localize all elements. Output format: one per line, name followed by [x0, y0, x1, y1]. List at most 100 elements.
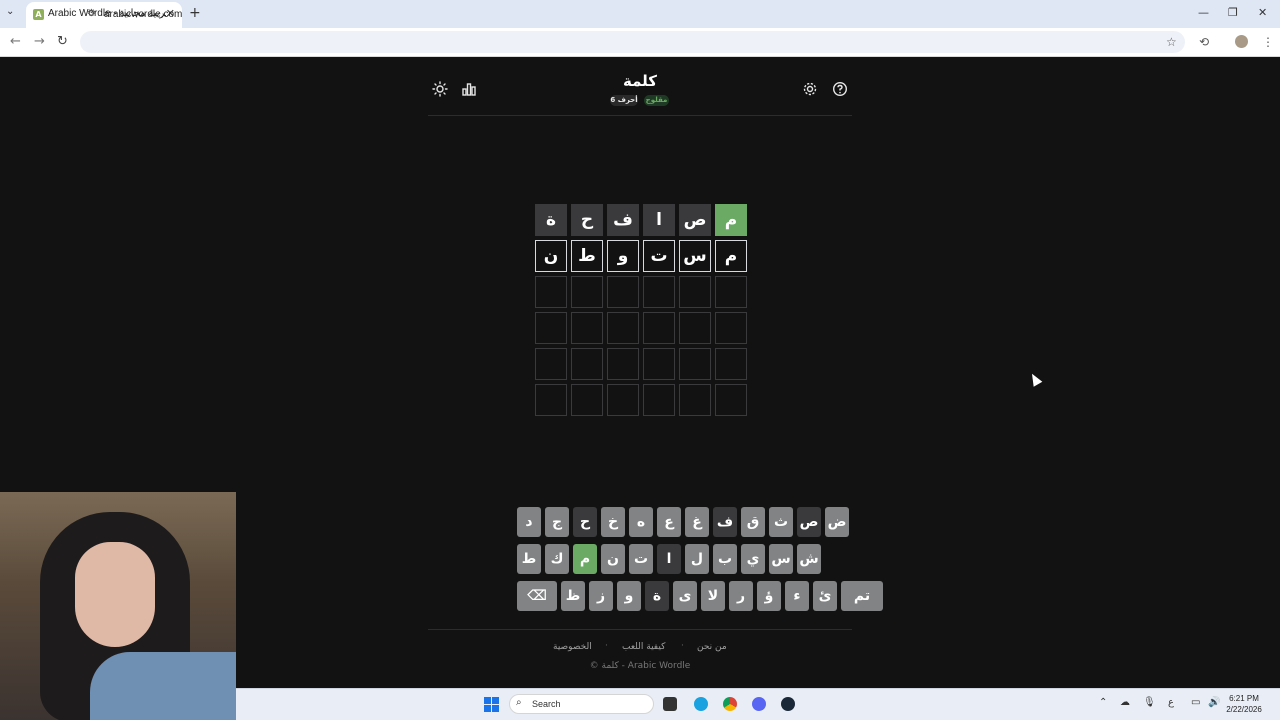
tray-cloud-icon[interactable]: ☁: [1120, 697, 1130, 708]
discord-icon[interactable]: [752, 697, 766, 711]
keyboard-key[interactable]: ح: [573, 507, 597, 537]
settings-gear-icon[interactable]: [802, 81, 818, 97]
keyboard-key[interactable]: ر: [729, 581, 753, 611]
keyboard-key[interactable]: د: [517, 507, 541, 537]
keyboard-key[interactable]: ض: [825, 507, 849, 537]
board-cell: ح: [571, 204, 603, 236]
board-cell: ط: [571, 240, 603, 272]
tray-volume-icon[interactable]: 🔊: [1208, 697, 1220, 708]
new-tab-button[interactable]: +: [189, 5, 201, 21]
url-field[interactable]: [80, 31, 1185, 53]
keyboard-row-3: تم ئ ء ؤ ر لا ى ة و ز ظ ⌫: [517, 581, 883, 611]
about-link[interactable]: من نحن: [697, 642, 727, 652]
steam-icon[interactable]: [781, 697, 795, 711]
keyboard-key[interactable]: ؤ: [757, 581, 781, 611]
board-cell: م: [715, 240, 747, 272]
board-cell: [679, 384, 711, 416]
reload-icon[interactable]: ↻: [57, 34, 68, 49]
board-cell: [715, 312, 747, 344]
keyboard-key[interactable]: ك: [545, 544, 569, 574]
board-cell: [643, 312, 675, 344]
keyboard-key[interactable]: ج: [545, 507, 569, 537]
keyboard-key[interactable]: ث: [769, 507, 793, 537]
site-info-icon[interactable]: ⚙: [87, 8, 96, 19]
tray-keyboard-lang-icon[interactable]: ع: [1168, 697, 1174, 708]
windows-start-icon[interactable]: [484, 697, 499, 712]
taskbar-clock[interactable]: 6:21 PM 2/22/2026: [1224, 693, 1264, 715]
board-cell: س: [679, 240, 711, 272]
keyboard-key[interactable]: ة: [645, 581, 669, 611]
minimize-button[interactable]: —: [1198, 6, 1209, 19]
board-cell: [535, 312, 567, 344]
tray-microphone-icon[interactable]: 🎙: [1143, 697, 1156, 708]
tray-network-icon[interactable]: ▭: [1191, 697, 1200, 708]
keyboard-key[interactable]: لا: [701, 581, 725, 611]
profile-avatar[interactable]: [1235, 35, 1248, 48]
keyboard-key[interactable]: ه: [629, 507, 653, 537]
search-icon: ⌕: [516, 697, 522, 708]
close-window-button[interactable]: ✕: [1258, 6, 1267, 19]
keyboard-key[interactable]: ص: [797, 507, 821, 537]
keyboard-key[interactable]: ع: [657, 507, 681, 537]
keyboard-key[interactable]: خ: [601, 507, 625, 537]
webcam-person-face: [75, 542, 155, 647]
tray-chevron-up-icon[interactable]: ⌃: [1099, 697, 1107, 708]
history-icon[interactable]: ⟲: [1199, 35, 1209, 49]
board-cell: [643, 384, 675, 416]
keyboard-key[interactable]: ء: [785, 581, 809, 611]
board-cell: [643, 276, 675, 308]
restore-button[interactable]: ❐: [1228, 6, 1238, 19]
keyboard-key[interactable]: ش: [797, 544, 821, 574]
keyboard-key[interactable]: ي: [741, 544, 765, 574]
tab-list-chevron-icon[interactable]: ⌄: [6, 6, 14, 17]
theme-sun-icon[interactable]: [432, 81, 448, 97]
keyboard-key[interactable]: ط: [517, 544, 541, 574]
back-arrow-icon[interactable]: ←: [10, 34, 21, 49]
keyboard-key[interactable]: و: [617, 581, 641, 611]
backspace-key[interactable]: ⌫: [517, 581, 557, 611]
keyboard-key[interactable]: ئ: [813, 581, 837, 611]
keyboard-key[interactable]: ب: [713, 544, 737, 574]
header-divider: [428, 115, 852, 116]
task-view-icon[interactable]: [663, 697, 677, 711]
keyboard-key[interactable]: ت: [629, 544, 653, 574]
bookmark-star-icon[interactable]: ☆: [1166, 35, 1177, 49]
enter-key[interactable]: تم: [841, 581, 883, 611]
board-cell: ا: [643, 204, 675, 236]
board-cell: [715, 348, 747, 380]
how-to-play-link[interactable]: كيفية اللعب: [622, 642, 665, 652]
taskbar-search-box[interactable]: [509, 694, 654, 714]
keyboard-key[interactable]: س: [769, 544, 793, 574]
help-question-icon[interactable]: [832, 81, 848, 97]
browser-menu-icon[interactable]: ⋮: [1262, 35, 1274, 49]
keyboard-key[interactable]: ز: [589, 581, 613, 611]
clock-date: 2/22/2026: [1226, 705, 1262, 714]
keyboard-key[interactable]: ل: [685, 544, 709, 574]
keyboard-key[interactable]: ا: [657, 544, 681, 574]
board-cell: [679, 312, 711, 344]
privacy-link[interactable]: الخصوصية: [553, 642, 592, 652]
board-cell: [715, 384, 747, 416]
keyboard-key[interactable]: ظ: [561, 581, 585, 611]
footer-separator: ·: [681, 641, 684, 651]
keyboard-key[interactable]: غ: [685, 507, 709, 537]
chrome-browser-icon[interactable]: [723, 697, 737, 711]
board-row-5: [533, 348, 747, 380]
board-cell: م: [715, 204, 747, 236]
board-row-6: [533, 384, 747, 416]
keyboard-key[interactable]: ف: [713, 507, 737, 537]
keyboard-key[interactable]: ق: [741, 507, 765, 537]
board-cell: [571, 384, 603, 416]
keyboard-key[interactable]: ن: [601, 544, 625, 574]
copyright-text: © كلمة - Arabic Wordle: [589, 661, 691, 671]
board-cell: [607, 312, 639, 344]
edge-browser-icon[interactable]: [694, 697, 708, 711]
stats-chart-icon[interactable]: [461, 81, 477, 97]
keyboard-key[interactable]: م: [573, 544, 597, 574]
forward-arrow-icon[interactable]: →: [34, 34, 45, 49]
board-cell: ت: [643, 240, 675, 272]
keyboard-row-1: ضصثقفغعهخحجد: [517, 507, 849, 537]
keyboard-key[interactable]: ى: [673, 581, 697, 611]
mouse-cursor-icon: [1027, 371, 1043, 387]
board-cell: [607, 348, 639, 380]
